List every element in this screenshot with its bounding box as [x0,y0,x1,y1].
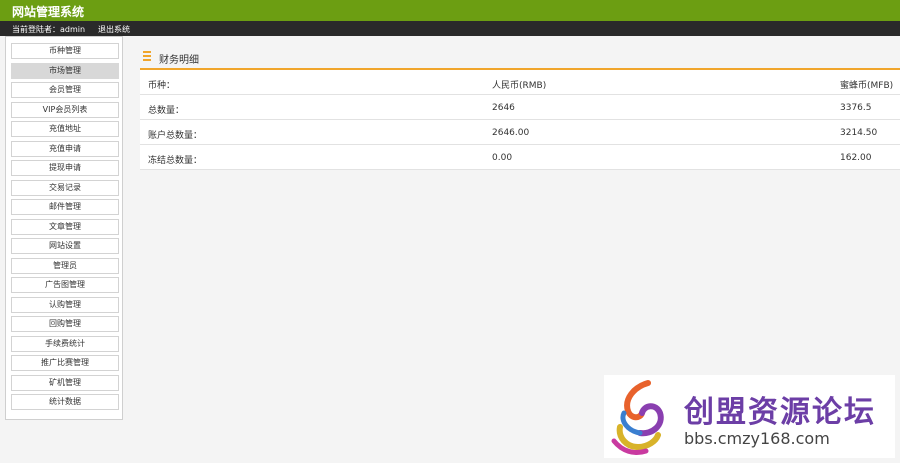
sidebar-item-buyback[interactable]: 回购管理 [11,316,119,332]
table-row: 账户总数量： 2646.00 3214.50 [140,120,900,145]
sidebar-item-miners[interactable]: 矿机管理 [11,375,119,391]
watermark-logo: 创盟资源论坛 bbs.cmzy168.com [604,375,895,458]
top-header: 网站管理系统 [0,0,900,21]
sidebar-item-banners[interactable]: 广告图管理 [11,277,119,293]
watermark-url: bbs.cmzy168.com [684,429,830,448]
sidebar-item-mail[interactable]: 邮件管理 [11,199,119,215]
user-bar: 当前登陆者：admin 退出系统 [0,21,900,36]
table-header-cell: 人民币(RMB) [492,81,547,91]
list-icon [143,51,151,61]
sidebar-item-trade-records[interactable]: 交易记录 [11,180,119,196]
table-header-row: 币种： 人民币(RMB) 蜜蜂币(MFB) [140,70,900,95]
sidebar-item-promo-contest[interactable]: 推广比赛管理 [11,355,119,371]
sidebar: 币种管理 市场管理 会员管理 VIP会员列表 充值地址 充值申请 提现申请 交易… [5,36,123,420]
sidebar-item-market[interactable]: 市场管理 [11,63,119,79]
sidebar-item-withdraw-request[interactable]: 提现申请 [11,160,119,176]
table-cell: 3376.5 [840,103,872,113]
sidebar-item-deposit-request[interactable]: 充值申请 [11,141,119,157]
table-row: 冻结总数量： 0.00 162.00 [140,145,900,170]
sidebar-item-site-settings[interactable]: 网站设置 [11,238,119,254]
table-row: 总数量： 2646 3376.5 [140,95,900,120]
table-cell: 总数量： [148,106,185,116]
table-cell: 2646 [492,103,515,113]
sidebar-item-statistics[interactable]: 统计数据 [11,394,119,410]
table-cell: 3214.50 [840,128,878,138]
app-title: 网站管理系统 [12,5,85,19]
sidebar-item-articles[interactable]: 文章管理 [11,219,119,235]
sidebar-item-members[interactable]: 会员管理 [11,82,119,98]
sidebar-item-fee-stats[interactable]: 手续费统计 [11,336,119,352]
table-cell: 冻结总数量： [148,156,203,166]
watermark-title: 创盟资源论坛 [684,395,876,430]
table-header-cell: 蜜蜂币(MFB) [840,81,894,91]
table-cell: 2646.00 [492,128,530,138]
table-cell: 0.00 [492,153,513,163]
sidebar-item-currency[interactable]: 币种管理 [11,43,119,59]
sidebar-item-admins[interactable]: 管理员 [11,258,119,274]
table-cell: 账户总数量： [148,131,203,141]
table-header-cell: 币种： [148,81,176,91]
panel-header: 财务明细 [140,36,900,70]
panel-title: 财务明细 [159,55,199,66]
sidebar-item-subscription[interactable]: 认购管理 [11,297,119,313]
sidebar-item-deposit-address[interactable]: 充值地址 [11,121,119,137]
sidebar-item-vip-list[interactable]: VIP会员列表 [11,102,119,118]
current-user-label: 当前登陆者：admin [12,25,86,34]
swirl-logo-icon [611,380,664,456]
logout-link[interactable]: 退出系统 [98,24,130,35]
table-cell: 162.00 [840,153,872,163]
